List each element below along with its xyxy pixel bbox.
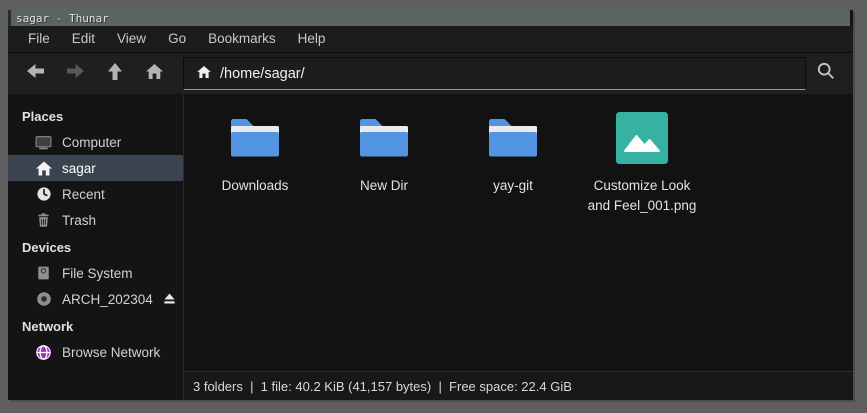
computer-icon: [35, 134, 52, 151]
toolbar: /home/sagar/: [8, 52, 853, 94]
thunar-window: sagar - Thunar File Edit View Go Bookmar…: [8, 10, 853, 400]
menu-edit[interactable]: Edit: [61, 26, 106, 52]
folder-icon: [356, 110, 412, 165]
file-item-new-dir[interactable]: New Dir: [326, 110, 442, 196]
file-item-customize-look-png[interactable]: Customize Look and Feel_001.png: [584, 110, 700, 217]
sidebar-item-browse-network[interactable]: Browse Network: [8, 339, 183, 365]
menubar: File Edit View Go Bookmarks Help: [8, 26, 853, 52]
folder-icon: [485, 110, 541, 165]
window-title: sagar - Thunar: [16, 12, 109, 25]
back-button[interactable]: [16, 57, 56, 91]
sidebar-item-recent[interactable]: Recent: [8, 181, 183, 207]
home-icon: [146, 64, 163, 84]
path-bar[interactable]: /home/sagar/: [183, 57, 806, 90]
file-label: New Dir: [360, 176, 408, 196]
forward-icon: [67, 64, 84, 83]
image-file-icon: [616, 110, 668, 165]
sidebar-item-trash[interactable]: Trash: [8, 207, 183, 233]
menu-bookmarks[interactable]: Bookmarks: [197, 26, 287, 52]
sidebar-item-arch-202304[interactable]: ARCH_202304: [8, 286, 183, 312]
back-icon: [27, 64, 44, 83]
main-column: Downloads New Dir: [184, 94, 853, 400]
up-icon: [108, 63, 122, 85]
sidebar-item-computer[interactable]: Computer: [8, 129, 183, 155]
up-button[interactable]: [95, 57, 135, 91]
menu-file[interactable]: File: [17, 26, 61, 52]
home-button[interactable]: [135, 57, 175, 91]
sidebar-item-label: sagar: [62, 161, 96, 176]
home-icon: [35, 160, 52, 177]
statusbar-text: 3 folders | 1 file: 40.2 KiB (41,157 byt…: [193, 379, 572, 394]
search-icon: [817, 62, 835, 85]
sidebar-item-label: Browse Network: [62, 345, 160, 360]
window-body: Places Computer: [8, 94, 853, 400]
sidebar-item-file-system[interactable]: File System: [8, 260, 183, 286]
search-button[interactable]: [806, 57, 847, 91]
sidebar-item-label: Recent: [62, 187, 105, 202]
clock-icon: [35, 186, 52, 203]
menu-go[interactable]: Go: [157, 26, 197, 52]
menu-view[interactable]: View: [106, 26, 157, 52]
forward-button[interactable]: [56, 57, 96, 91]
sidebar-item-label: Trash: [62, 213, 96, 228]
sidebar-header-places: Places: [8, 102, 183, 129]
path-text: /home/sagar/: [220, 66, 305, 82]
sidebar-item-sagar[interactable]: sagar: [8, 155, 183, 181]
file-label: yay-git: [493, 176, 533, 196]
globe-icon: [35, 344, 52, 361]
desktop: sagar - Thunar File Edit View Go Bookmar…: [0, 0, 867, 413]
path-home-icon: [197, 66, 211, 82]
folder-icon: [227, 110, 283, 165]
file-item-downloads[interactable]: Downloads: [197, 110, 313, 196]
disc-icon: [35, 291, 52, 308]
file-grid: Downloads New Dir: [197, 110, 853, 217]
sidebar-header-network: Network: [8, 312, 183, 339]
sidebar-item-label: File System: [62, 266, 133, 281]
file-label: Customize Look and Feel_001.png: [584, 176, 700, 217]
sidebar-item-label: Computer: [62, 135, 121, 150]
drive-icon: [35, 265, 52, 282]
file-view[interactable]: Downloads New Dir: [184, 94, 853, 371]
sidebar-header-devices: Devices: [8, 233, 183, 260]
titlebar-notch: [8, 10, 11, 26]
file-item-yay-git[interactable]: yay-git: [455, 110, 571, 196]
sidebar: Places Computer: [8, 94, 184, 400]
trash-icon: [35, 212, 52, 229]
menu-help[interactable]: Help: [287, 26, 337, 52]
sidebar-item-label: ARCH_202304: [62, 292, 153, 307]
titlebar[interactable]: sagar - Thunar: [8, 10, 850, 26]
file-label: Downloads: [222, 176, 289, 196]
statusbar: 3 folders | 1 file: 40.2 KiB (41,157 byt…: [184, 371, 853, 400]
eject-button[interactable]: [163, 290, 176, 308]
